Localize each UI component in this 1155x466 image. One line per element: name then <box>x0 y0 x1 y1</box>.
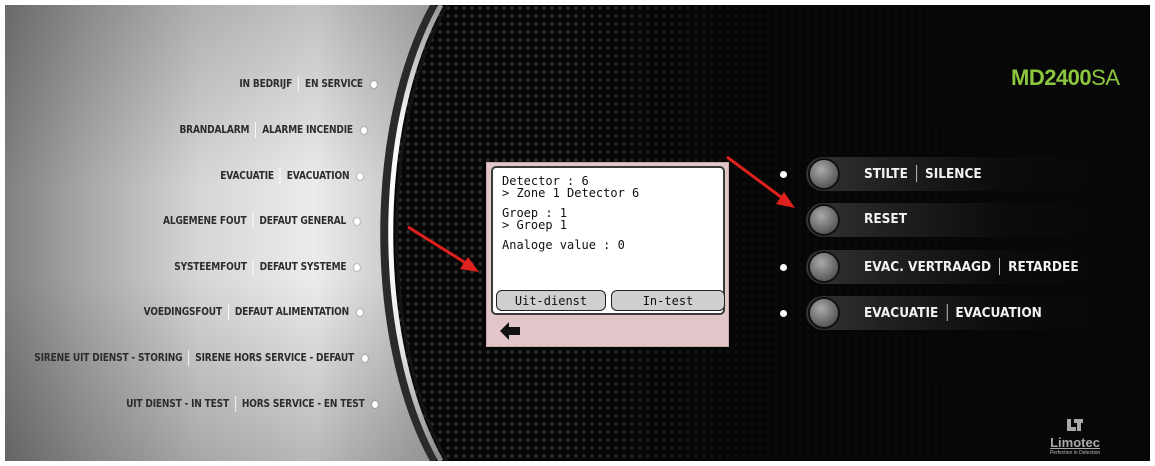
annotation-arrows <box>407 155 795 272</box>
limotec-logo-icon <box>1067 419 1083 431</box>
annotation-arrow-icon <box>407 225 479 272</box>
limotec-logo: Limotec Perfection in Detection <box>1035 417 1115 456</box>
brand-tagline: Perfection in Detection <box>1049 450 1101 456</box>
annotation-arrow-icon <box>726 155 795 208</box>
brand-name: Limotec <box>1050 435 1100 450</box>
control-panel: IN BEDRIJF EN SERVICE BRANDALARM ALARME IN… <box>5 5 1150 461</box>
